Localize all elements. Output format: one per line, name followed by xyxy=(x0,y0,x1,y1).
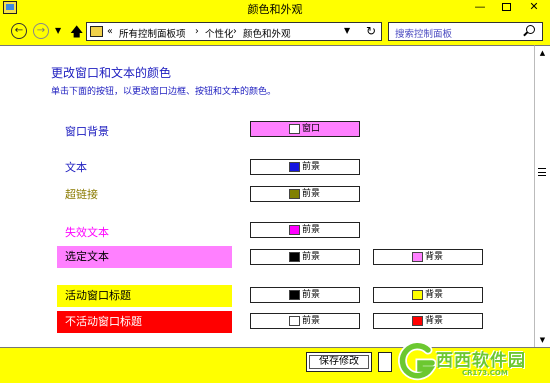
active-title-foreground-button[interactable]: 前景 xyxy=(250,287,360,303)
label-hyperlink: 超链接 xyxy=(65,188,98,201)
text-foreground-button[interactable]: 前景 xyxy=(250,159,360,175)
title-bar: 颜色和外观 — ✕ xyxy=(0,0,550,16)
control-panel-icon xyxy=(90,26,103,37)
color-swatch xyxy=(289,124,300,134)
page-description: 单击下面的按钮，以更改窗口边框、按钮和文本的颜色。 xyxy=(51,87,277,97)
color-swatch xyxy=(289,225,300,235)
label-inactive-title: 不活动窗口标题 xyxy=(57,311,232,333)
button-label: 前景 xyxy=(302,189,321,199)
scroll-up-icon[interactable]: ▲ xyxy=(535,46,550,60)
save-changes-button[interactable]: 保存修改 xyxy=(306,352,372,372)
refresh-icon[interactable]: ↻ xyxy=(366,24,376,38)
label-window-background: 窗口背景 xyxy=(65,125,109,138)
button-label: 前景 xyxy=(302,316,321,326)
button-label: 前景 xyxy=(302,290,321,300)
label-text: 文本 xyxy=(65,161,87,174)
color-swatch xyxy=(289,162,300,172)
vertical-scrollbar[interactable]: ▲ ▼ xyxy=(534,45,550,347)
forward-button[interactable]: → xyxy=(33,23,49,39)
button-label: 前景 xyxy=(302,225,321,235)
color-swatch xyxy=(412,316,423,326)
color-swatch xyxy=(412,290,423,300)
search-icon[interactable] xyxy=(526,25,535,34)
button-label: 背景 xyxy=(425,316,444,326)
breadcrumb-color-appearance[interactable]: 颜色和外观 xyxy=(243,26,291,40)
breadcrumb-personalization[interactable]: 个性化 xyxy=(205,26,234,40)
content-pane: 更改窗口和文本的颜色 单击下面的按钮，以更改窗口边框、按钮和文本的颜色。 窗口背… xyxy=(0,45,534,347)
color-swatch xyxy=(289,290,300,300)
selected-text-foreground-button[interactable]: 前景 xyxy=(250,249,360,265)
selected-text-background-button[interactable]: 背景 xyxy=(373,249,483,265)
color-swatch xyxy=(289,189,300,199)
button-label: 背景 xyxy=(425,252,444,262)
maximize-button[interactable] xyxy=(494,0,518,15)
breadcrumb-separator[interactable]: › xyxy=(233,26,237,37)
watermark-brand: 西西软件园 xyxy=(436,351,526,371)
watermark-url: CR173.COM xyxy=(462,369,508,377)
search-placeholder: 搜索控制面板 xyxy=(395,29,453,40)
color-swatch xyxy=(412,252,423,262)
label-active-title: 活动窗口标题 xyxy=(57,285,232,307)
button-label: 背景 xyxy=(425,290,444,300)
address-overflow-icon[interactable]: « xyxy=(107,26,113,37)
disabled-text-foreground-button[interactable]: 前景 xyxy=(250,222,360,238)
breadcrumb-separator[interactable]: › xyxy=(195,26,199,37)
active-title-background-button[interactable]: 背景 xyxy=(373,287,483,303)
color-swatch xyxy=(289,316,300,326)
close-button[interactable]: ✕ xyxy=(520,0,548,15)
back-button[interactable]: ← xyxy=(11,23,27,39)
navigation-bar: ← → ▼ 🡅 « 所有控制面板项 › 个性化 › 颜色和外观 ▼ ↻ 搜索控制… xyxy=(0,17,550,45)
label-disabled-text: 失效文本 xyxy=(65,226,109,239)
cancel-button[interactable] xyxy=(378,352,392,372)
button-label: 窗口 xyxy=(302,124,321,134)
page-title: 更改窗口和文本的颜色 xyxy=(51,66,172,80)
color-swatch xyxy=(289,252,300,262)
inactive-title-background-button[interactable]: 背景 xyxy=(373,313,483,329)
window: 颜色和外观 — ✕ ← → ▼ 🡅 « 所有控制面板项 › 个性化 › 颜色和外… xyxy=(0,0,550,383)
watermark-logo-icon xyxy=(398,342,436,381)
window-background-color-button[interactable]: 窗口 xyxy=(250,121,360,137)
hyperlink-foreground-button[interactable]: 前景 xyxy=(250,186,360,202)
address-dropdown-icon[interactable]: ▼ xyxy=(344,26,350,35)
inactive-title-foreground-button[interactable]: 前景 xyxy=(250,313,360,329)
site-watermark: 西西软件园 CR173.COM xyxy=(396,342,550,383)
search-input[interactable]: 搜索控制面板 xyxy=(388,22,543,41)
breadcrumb-all-items[interactable]: 所有控制面板项 xyxy=(119,26,186,40)
address-bar[interactable]: « 所有控制面板项 › 个性化 › 颜色和外观 ▼ ↻ xyxy=(86,22,382,41)
focus-ring xyxy=(309,355,369,369)
label-selected-text: 选定文本 xyxy=(57,246,232,268)
minimize-button[interactable]: — xyxy=(468,0,492,15)
up-button[interactable]: 🡅 xyxy=(70,23,83,45)
scroll-thumb-grip-icon[interactable] xyxy=(538,168,546,176)
button-label: 前景 xyxy=(302,162,321,172)
recent-pages-dropdown[interactable]: ▼ xyxy=(55,26,61,35)
button-label: 前景 xyxy=(302,252,321,262)
maximize-icon xyxy=(501,3,511,11)
